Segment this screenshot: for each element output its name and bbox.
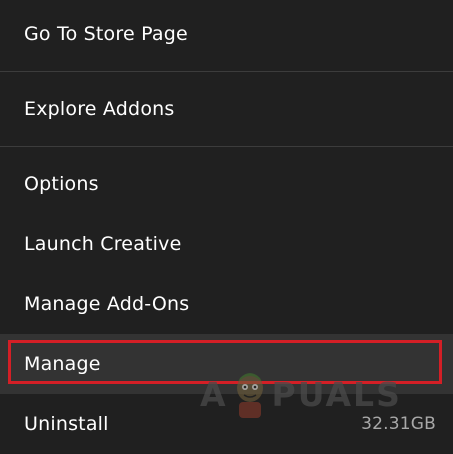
- menu-item-label: Launch Creative: [24, 233, 182, 255]
- menu-item-options[interactable]: Options: [0, 154, 453, 214]
- context-menu: Go To Store Page Explore Addons Options …: [0, 0, 453, 453]
- menu-item-go-to-store-page[interactable]: Go To Store Page: [0, 4, 453, 64]
- menu-item-manage[interactable]: Manage: [0, 334, 453, 394]
- menu-item-label: Uninstall: [24, 413, 109, 435]
- install-size-label: 32.31GB: [361, 414, 436, 434]
- menu-item-label: Explore Addons: [24, 98, 175, 120]
- menu-item-uninstall[interactable]: Uninstall 32.31GB: [0, 394, 453, 454]
- menu-item-label: Options: [24, 173, 99, 195]
- menu-item-manage-add-ons[interactable]: Manage Add-Ons: [0, 274, 453, 334]
- menu-divider: [0, 146, 453, 147]
- menu-item-label: Manage: [24, 353, 101, 375]
- menu-divider: [0, 71, 453, 72]
- menu-item-explore-addons[interactable]: Explore Addons: [0, 79, 453, 139]
- menu-item-label: Manage Add-Ons: [24, 293, 190, 315]
- menu-item-label: Go To Store Page: [24, 23, 188, 45]
- menu-item-launch-creative[interactable]: Launch Creative: [0, 214, 453, 274]
